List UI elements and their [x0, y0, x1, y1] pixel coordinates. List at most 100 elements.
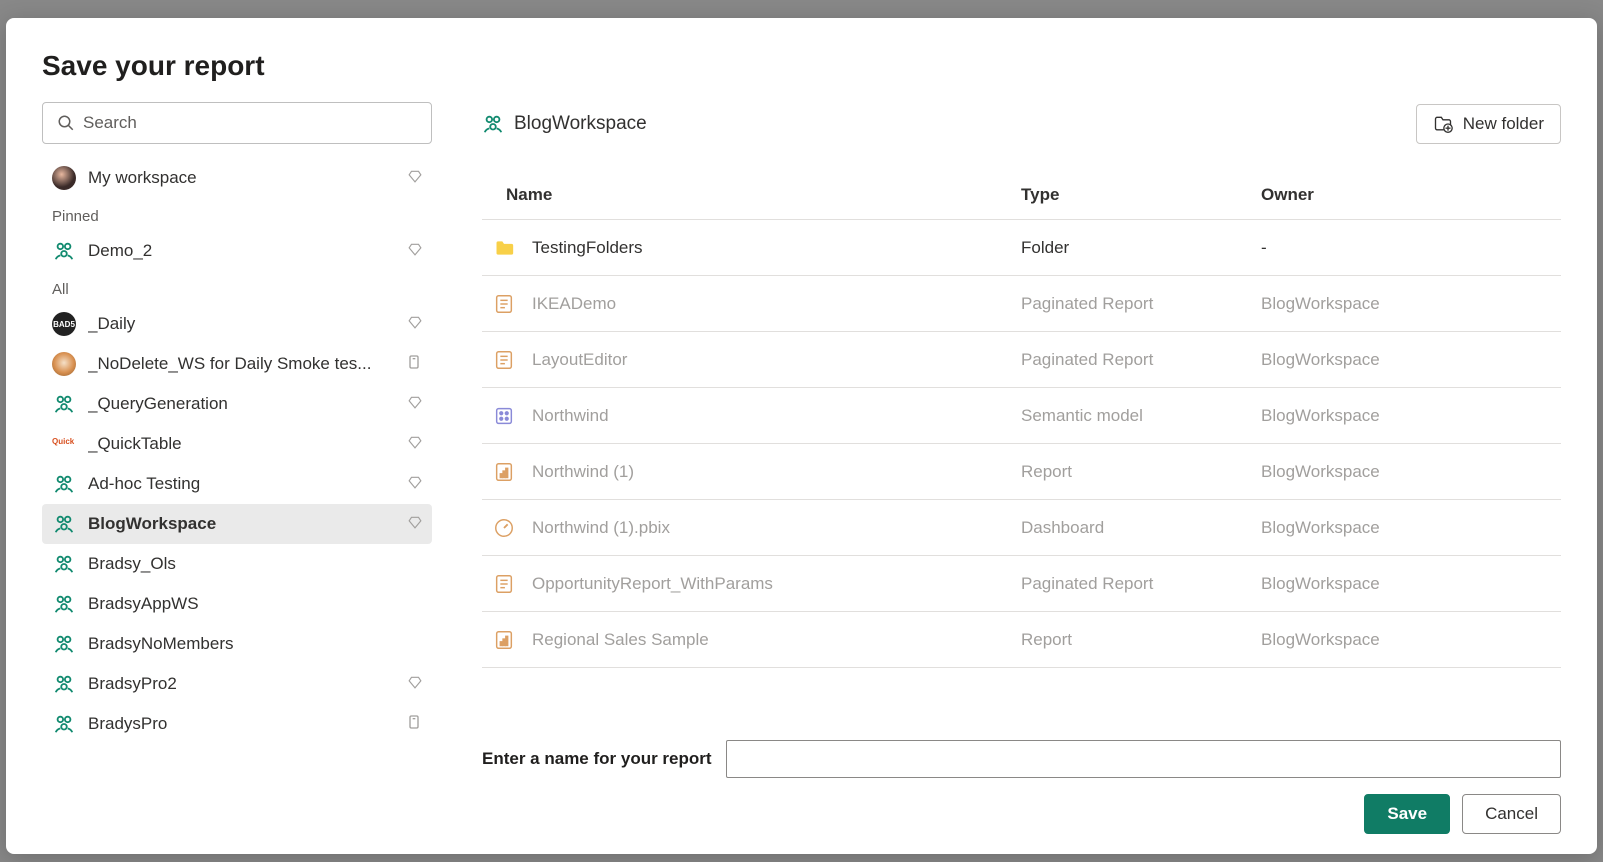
- workspace-label: BradsyNoMembers: [88, 634, 422, 654]
- row-type: Dashboard: [1021, 518, 1261, 538]
- workspace-icon: [52, 592, 76, 616]
- folder-icon: [492, 236, 516, 260]
- row-owner: BlogWorkspace: [1261, 518, 1561, 538]
- row-name: TestingFolders: [532, 238, 643, 258]
- column-owner-header[interactable]: Owner: [1261, 185, 1561, 205]
- row-owner: BlogWorkspace: [1261, 294, 1561, 314]
- workspace-item[interactable]: BradsyAppWS: [42, 584, 432, 624]
- workspace-item[interactable]: Quick _QuickTable: [42, 424, 432, 464]
- table-row: Regional Sales SampleReportBlogWorkspace: [482, 612, 1561, 668]
- row-type: Paginated Report: [1021, 574, 1261, 594]
- workspace-icon: [52, 239, 76, 263]
- workspace-label: Bradsy_Ols: [88, 554, 422, 574]
- report-name-row: Enter a name for your report: [482, 740, 1561, 778]
- workspace-icon: [52, 472, 76, 496]
- diamond-icon: [408, 514, 422, 534]
- workspace-icon: [52, 392, 76, 416]
- dialog-title: Save your report: [42, 50, 1561, 82]
- row-owner: BlogWorkspace: [1261, 350, 1561, 370]
- row-owner: BlogWorkspace: [1261, 630, 1561, 650]
- workspace-list[interactable]: My workspace Pinned Demo_2 All BAD5 _Dail…: [42, 158, 432, 834]
- paginated-icon: [492, 572, 516, 596]
- workspace-icon: [52, 512, 76, 536]
- row-name: Northwind: [532, 406, 609, 426]
- row-name: Northwind (1): [532, 462, 634, 482]
- row-type: Report: [1021, 630, 1261, 650]
- row-owner: BlogWorkspace: [1261, 462, 1561, 482]
- report-icon: [492, 628, 516, 652]
- search-icon: [57, 114, 75, 132]
- workspace-label: _QuickTable: [88, 434, 400, 454]
- share-icon: [406, 714, 422, 735]
- workspace-item[interactable]: _QueryGeneration: [42, 384, 432, 424]
- table-header: Name Type Owner: [482, 170, 1561, 220]
- dashboard-icon: [492, 516, 516, 540]
- dialog-footer: Save Cancel: [482, 794, 1561, 834]
- report-name-label: Enter a name for your report: [482, 749, 712, 769]
- table-row: NorthwindSemantic modelBlogWorkspace: [482, 388, 1561, 444]
- workspace-label: Demo_2: [88, 241, 400, 261]
- workspace-icon: BAD5: [52, 312, 76, 336]
- workspace-item[interactable]: BAD5 _Daily: [42, 304, 432, 344]
- save-button[interactable]: Save: [1364, 794, 1450, 834]
- table-body[interactable]: TestingFoldersFolder-IKEADemoPaginated R…: [482, 220, 1561, 720]
- table-row: Northwind (1) ReportBlogWorkspace: [482, 444, 1561, 500]
- column-name-header[interactable]: Name: [482, 185, 1021, 205]
- row-name: IKEADemo: [532, 294, 616, 314]
- workspace-item[interactable]: _NoDelete_WS for Daily Smoke tes...: [42, 344, 432, 384]
- workspace-icon: Quick: [52, 432, 76, 456]
- workspace-icon: [52, 672, 76, 696]
- workspace-item[interactable]: BradsyPro2: [42, 664, 432, 704]
- my-workspace-item[interactable]: My workspace: [42, 158, 432, 198]
- diamond-icon: [408, 394, 422, 414]
- workspace-label: BradsyPro2: [88, 674, 400, 694]
- table-row[interactable]: TestingFoldersFolder-: [482, 220, 1561, 276]
- diamond-icon: [408, 241, 422, 261]
- dialog-header: Save your report: [6, 18, 1597, 102]
- row-type: Report: [1021, 462, 1261, 482]
- workspace-icon: [52, 712, 76, 736]
- row-name: LayoutEditor: [532, 350, 627, 370]
- breadcrumb: BlogWorkspace: [482, 113, 647, 135]
- avatar-icon: [52, 166, 76, 190]
- workspace-item[interactable]: Demo_2: [42, 231, 432, 271]
- workspace-item[interactable]: Ad-hoc Testing: [42, 464, 432, 504]
- report-name-input[interactable]: [726, 740, 1561, 778]
- workspace-item[interactable]: BradsyNoMembers: [42, 624, 432, 664]
- cancel-button[interactable]: Cancel: [1462, 794, 1561, 834]
- breadcrumb-label: BlogWorkspace: [514, 113, 647, 135]
- diamond-icon: [408, 434, 422, 454]
- main-panel: BlogWorkspace New folder Name Type Owner…: [482, 102, 1561, 834]
- pinned-section-label: Pinned: [42, 198, 432, 231]
- dataset-icon: [492, 404, 516, 428]
- row-type: Folder: [1021, 238, 1261, 258]
- paginated-icon: [492, 292, 516, 316]
- workspace-label: My workspace: [88, 168, 400, 188]
- new-folder-button[interactable]: New folder: [1416, 104, 1561, 144]
- workspace-icon: [52, 352, 76, 376]
- new-folder-icon: [1433, 114, 1453, 134]
- diamond-icon: [408, 474, 422, 494]
- workspace-label: BradsyAppWS: [88, 594, 422, 614]
- row-name: Northwind (1).pbix: [532, 518, 670, 538]
- workspace-item[interactable]: Bradsy_Ols: [42, 544, 432, 584]
- workspace-label: BradysPro: [88, 714, 398, 734]
- table-row: Northwind (1).pbix DashboardBlogWorkspace: [482, 500, 1561, 556]
- column-type-header[interactable]: Type: [1021, 185, 1261, 205]
- workspace-label: _Daily: [88, 314, 400, 334]
- share-icon: [406, 354, 422, 375]
- table-row: IKEADemoPaginated ReportBlogWorkspace: [482, 276, 1561, 332]
- workspace-label: _QueryGeneration: [88, 394, 400, 414]
- diamond-icon: [408, 314, 422, 334]
- search-input[interactable]: [83, 113, 417, 133]
- new-folder-label: New folder: [1463, 114, 1544, 134]
- workspace-item[interactable]: BradysPro: [42, 704, 432, 744]
- workspace-group-icon: [482, 113, 504, 135]
- workspace-icon: [52, 632, 76, 656]
- workspace-label: _NoDelete_WS for Daily Smoke tes...: [88, 354, 398, 374]
- diamond-icon: [408, 168, 422, 188]
- workspace-item[interactable]: BlogWorkspace: [42, 504, 432, 544]
- search-box[interactable]: [42, 102, 432, 144]
- all-section-label: All: [42, 271, 432, 304]
- table-row: OpportunityReport_WithParamsPaginated Re…: [482, 556, 1561, 612]
